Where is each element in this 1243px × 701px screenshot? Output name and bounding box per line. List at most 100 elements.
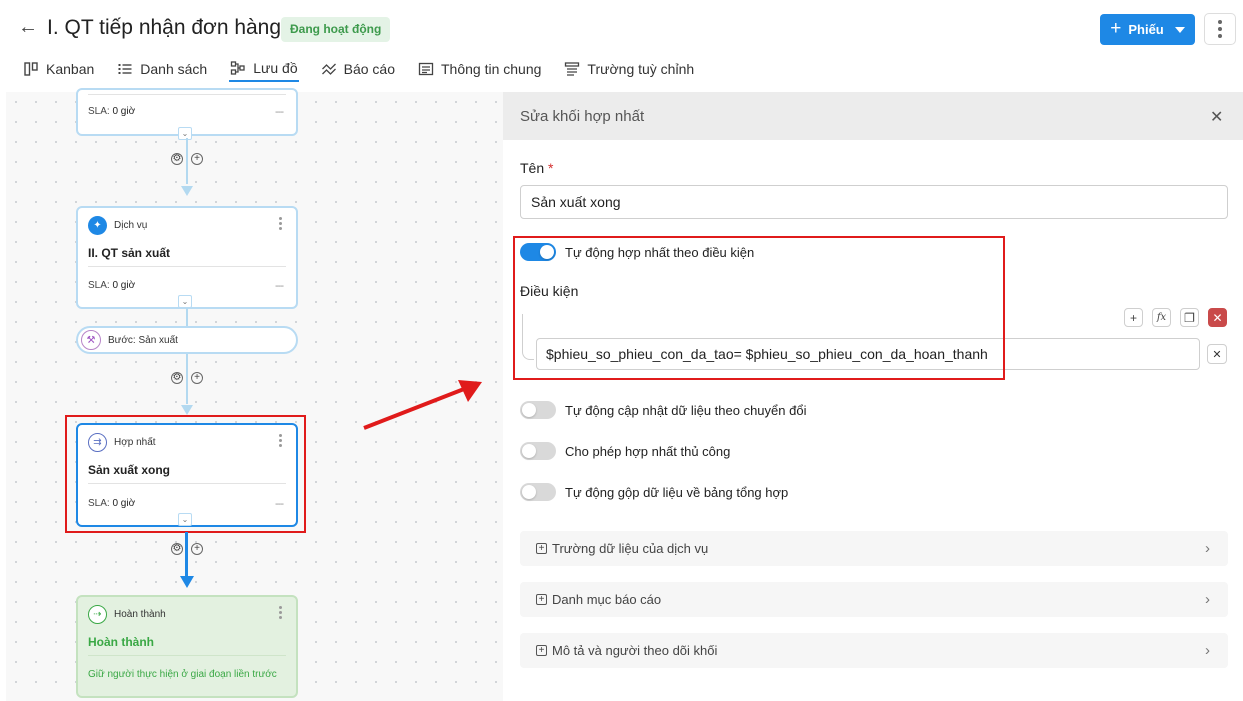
service-icon: ✦	[88, 216, 107, 235]
highlight-box-merge-node	[65, 415, 306, 533]
add-condition-icon[interactable]: +	[1124, 308, 1143, 327]
tab-general-info[interactable]: Thông tin chung	[417, 56, 542, 82]
name-label: Tên *	[520, 160, 554, 176]
arrow-down-icon	[180, 576, 194, 588]
tab-label: Danh sách	[140, 61, 208, 77]
step-label: Bước: Sản xuất	[108, 334, 178, 346]
edit-merge-block-panel: Sửa khối hợp nhất ✕ Tên * Tự động hợp nh…	[503, 92, 1243, 701]
node-menu-icon[interactable]	[279, 217, 283, 230]
function-icon[interactable]: fx	[1152, 308, 1171, 327]
add-circle-icon[interactable]: +	[191, 153, 203, 165]
delete-condition-icon[interactable]: ✕	[1208, 308, 1227, 327]
copy-icon[interactable]: ❐	[1180, 308, 1199, 327]
vertical-dots-icon	[1218, 20, 1222, 24]
accordion-description-followers[interactable]: + Mô tả và người theo dõi khối ›	[520, 633, 1228, 668]
plus-icon: +	[1110, 18, 1122, 39]
remove-condition-icon[interactable]: ✕	[1207, 344, 1227, 364]
toggle-switch[interactable]	[520, 483, 556, 501]
connector-actions: ⚙ +	[171, 153, 203, 165]
connector-actions: ⚙ +	[171, 372, 203, 384]
back-arrow-icon[interactable]: ←	[18, 16, 38, 39]
list-icon	[118, 64, 132, 74]
tab-label: Trường tuỳ chỉnh	[587, 61, 695, 77]
tab-flowchart[interactable]: Lưu đồ	[229, 56, 299, 82]
node-title: Hoàn thành	[88, 635, 154, 649]
tab-custom-fields[interactable]: Trường tuỳ chỉnh	[563, 56, 695, 82]
node-type: Dịch vụ	[114, 220, 148, 231]
add-ticket-button[interactable]: + Phiếu	[1100, 14, 1195, 45]
arrow-down-icon	[181, 405, 193, 415]
page-title: I. QT tiếp nhận đơn hàng	[47, 16, 282, 39]
tab-label: Báo cáo	[343, 61, 395, 77]
plus-square-icon: +	[536, 645, 547, 656]
plus-square-icon: +	[536, 594, 547, 605]
tab-label: Kanban	[46, 61, 95, 77]
tab-label: Thông tin chung	[441, 61, 542, 77]
sla-label: SLA:	[88, 280, 110, 291]
expand-chevron-icon[interactable]: ⌄	[178, 295, 192, 308]
top-bar: ← I. QT tiếp nhận đơn hàng Đang hoạt độn…	[0, 0, 1243, 90]
more-options-button[interactable]	[1204, 13, 1236, 45]
accordion-label: Mô tả và người theo dõi khối	[552, 643, 718, 658]
plus-square-icon: +	[536, 543, 547, 554]
toggle-label: Cho phép hợp nhất thủ công	[565, 443, 731, 459]
exit-icon: ⇢	[88, 605, 107, 624]
tab-list[interactable]: Danh sách	[116, 56, 208, 82]
gear-icon[interactable]: ⚙	[171, 372, 183, 384]
view-tabs: Kanban Danh sách Lưu đồ Báo cáo Thông ti…	[22, 56, 716, 86]
close-icon[interactable]: ✕	[1210, 107, 1223, 127]
accordion-label: Danh mục báo cáo	[552, 592, 662, 607]
flow-step-pill[interactable]: ⚒ Bước: Sản xuất	[76, 326, 298, 354]
gear-icon[interactable]: ⚙	[171, 153, 183, 165]
toggle-auto-update-row[interactable]: Tự động cập nhật dữ liệu theo chuyển đổi	[520, 401, 806, 419]
add-circle-icon[interactable]: +	[191, 543, 203, 555]
expand-chevron-icon[interactable]: ⌄	[178, 127, 192, 140]
step-icon: ⚒	[81, 330, 101, 350]
chevron-right-icon: ›	[1205, 591, 1210, 608]
tab-kanban[interactable]: Kanban	[22, 56, 95, 82]
add-circle-icon[interactable]: +	[191, 372, 203, 384]
node-type: Hoàn thành	[114, 609, 166, 620]
chevron-right-icon: ›	[1205, 642, 1210, 659]
panel-title: Sửa khối hợp nhất	[520, 108, 645, 125]
add-ticket-label: Phiếu	[1128, 22, 1164, 37]
status-badge: Đang hoạt động	[281, 17, 391, 42]
sla-dash: ---	[275, 106, 284, 118]
sla-label: SLA:	[88, 106, 110, 117]
info-card-icon	[418, 62, 434, 76]
panel-header: Sửa khối hợp nhất ✕	[503, 92, 1243, 140]
toggle-label: Tự động gộp dữ liệu về bảng tổng hợp	[565, 484, 789, 500]
toggle-switch[interactable]	[520, 442, 556, 460]
kanban-icon	[24, 62, 38, 76]
flowchart-icon	[231, 61, 245, 75]
toggle-label: Tự động cập nhật dữ liệu theo chuyển đổi	[565, 402, 807, 418]
flow-node-previous[interactable]: SLA: 0 giờ --- ⌄	[76, 88, 298, 140]
gear-icon[interactable]: ⚙	[171, 543, 183, 555]
tab-reports[interactable]: Báo cáo	[320, 56, 396, 82]
arrow-down-icon	[181, 186, 193, 196]
node-menu-icon[interactable]	[279, 606, 283, 619]
condition-toolbar: + fx ❐ ✕	[1124, 308, 1227, 327]
accordion-service-fields[interactable]: + Trường dữ liệu của dịch vụ ›	[520, 531, 1228, 566]
highlight-box-condition	[513, 236, 1005, 380]
toggle-aggregate-row[interactable]: Tự động gộp dữ liệu về bảng tổng hợp	[520, 483, 788, 501]
node-title: II. QT sản xuất	[88, 246, 171, 260]
chart-line-icon	[321, 63, 336, 75]
chevron-right-icon: ›	[1205, 540, 1210, 557]
flow-node-done[interactable]: ⇢ Hoàn thành Hoàn thành Giữ người thực h…	[76, 595, 298, 698]
name-input[interactable]	[520, 185, 1228, 219]
connector-actions: ⚙ +	[171, 543, 203, 555]
required-mark: *	[548, 160, 554, 176]
sla-dash: ---	[275, 280, 284, 292]
caret-down-icon	[1174, 26, 1185, 33]
node-note: Giữ người thực hiện ở giai đoạn liền trư…	[88, 669, 277, 680]
annotation-arrow	[363, 380, 482, 430]
sla-value: 0 giờ	[112, 106, 136, 117]
tab-label: Lưu đồ	[253, 60, 298, 76]
toggle-manual-merge-row[interactable]: Cho phép hợp nhất thủ công	[520, 442, 730, 460]
accordion-label: Trường dữ liệu của dịch vụ	[552, 541, 709, 556]
toggle-switch[interactable]	[520, 401, 556, 419]
flow-node-service[interactable]: ✦ Dịch vụ II. QT sản xuất SLA: 0 giờ ---…	[76, 206, 298, 309]
accordion-report-catalog[interactable]: + Danh mục báo cáo ›	[520, 582, 1228, 617]
custom-fields-icon	[565, 62, 580, 76]
